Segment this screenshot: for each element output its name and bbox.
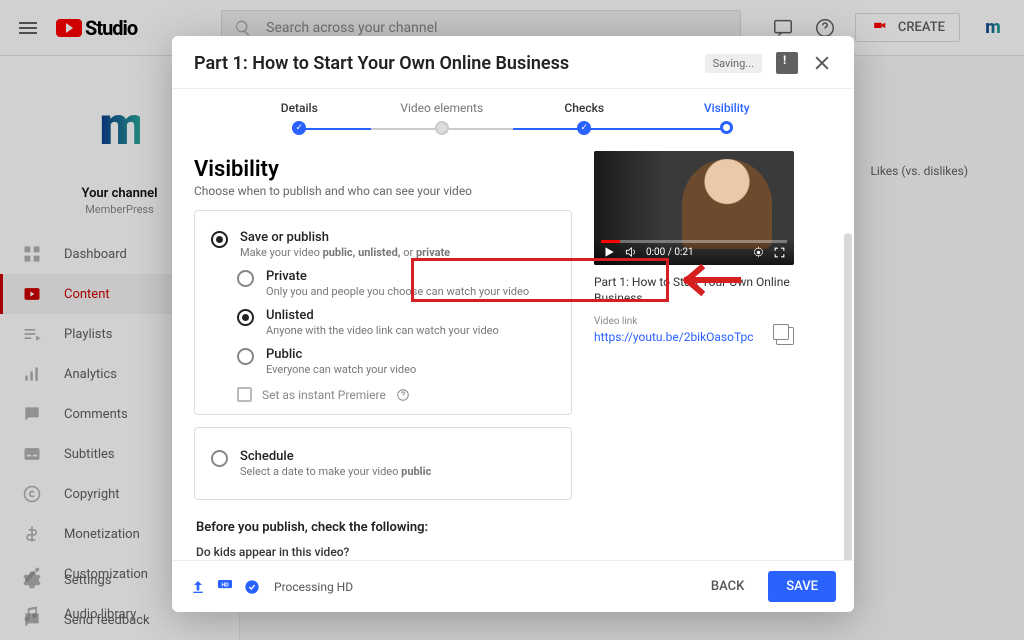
premiere-label: Set as instant Premiere (262, 388, 386, 402)
instant-premiere[interactable]: Set as instant Premiere (211, 387, 555, 402)
settings-gear-icon[interactable] (752, 246, 765, 259)
option-public[interactable]: Public Everyone can watch your video (211, 342, 555, 381)
step-checks[interactable]: Checks (513, 101, 656, 135)
schedule-desc: Select a date to make your video public (240, 465, 431, 478)
save-publish-desc: Make your video public, unlisted, or pri… (240, 246, 450, 259)
private-label: Private (266, 269, 529, 284)
seek-bar[interactable] (601, 240, 787, 243)
modal-title: Part 1: How to Start Your Own Online Bus… (194, 53, 705, 74)
unlisted-desc: Anyone with the video link can watch you… (266, 324, 499, 337)
saving-badge: Saving... (705, 54, 762, 73)
public-label: Public (266, 347, 416, 362)
back-button[interactable]: BACK (697, 571, 758, 602)
save-button[interactable]: SAVE (768, 571, 836, 602)
send-feedback-icon[interactable] (776, 52, 798, 74)
radio-icon (237, 309, 254, 326)
preview-title: Part 1: How to Start Your Own Online Bus… (594, 275, 794, 306)
schedule-label: Schedule (240, 449, 431, 464)
volume-icon[interactable] (624, 245, 638, 259)
schedule-card: Schedule Select a date to make your vide… (194, 427, 572, 500)
pre-publish-heading: Before you publish, check the following: (196, 520, 570, 535)
radio-icon (237, 348, 254, 365)
unlisted-label: Unlisted (266, 308, 499, 323)
option-schedule[interactable]: Schedule Select a date to make your vide… (211, 444, 555, 483)
pre-publish-q1: Do kids appear in this video? (196, 545, 570, 559)
step-video-elements[interactable]: Video elements (371, 101, 514, 135)
modal-footer: HD Processing HD BACK SAVE (172, 560, 854, 612)
check-circle-icon (244, 579, 260, 595)
radio-icon (211, 231, 228, 248)
option-private[interactable]: Private Only you and people you choose c… (211, 264, 555, 303)
copy-icon[interactable] (776, 327, 794, 345)
play-icon[interactable] (602, 245, 616, 259)
upload-modal: Part 1: How to Start Your Own Online Bus… (172, 36, 854, 612)
save-publish-label: Save or publish (240, 230, 450, 245)
pre-publish-section: Before you publish, check the following:… (194, 520, 572, 560)
public-desc: Everyone can watch your video (266, 363, 416, 376)
help-icon[interactable] (396, 388, 410, 402)
time-display: 0:00 / 0:21 (646, 247, 694, 258)
save-publish-card: Save or publish Make your video public, … (194, 210, 572, 415)
hd-badge-icon: HD (216, 580, 234, 594)
visibility-column: Visibility Choose when to publish and wh… (194, 151, 572, 560)
step-details[interactable]: Details (228, 101, 371, 135)
visibility-heading: Visibility (194, 157, 572, 182)
processing-text: Processing HD (274, 580, 353, 594)
svg-text:HD: HD (221, 582, 229, 588)
video-preview: 0:00 / 0:21 Part 1: How to Start Your Ow… (594, 151, 794, 345)
upload-complete-icon (190, 579, 206, 595)
private-desc: Only you and people you choose can watch… (266, 285, 529, 298)
radio-icon (237, 270, 254, 287)
option-save-publish[interactable]: Save or publish Make your video public, … (211, 225, 555, 264)
visibility-subtitle: Choose when to publish and who can see y… (194, 184, 572, 198)
close-icon[interactable] (812, 53, 832, 73)
modal-scrollbar[interactable] (844, 233, 852, 560)
preview-column: 0:00 / 0:21 Part 1: How to Start Your Ow… (594, 151, 832, 560)
video-link-label: Video link (594, 316, 794, 327)
step-visibility[interactable]: Visibility (656, 101, 799, 134)
video-player[interactable]: 0:00 / 0:21 (594, 151, 794, 265)
modal-header: Part 1: How to Start Your Own Online Bus… (172, 36, 854, 89)
player-controls: 0:00 / 0:21 (594, 239, 794, 265)
modal-body: Visibility Choose when to publish and wh… (172, 145, 854, 560)
option-unlisted[interactable]: Unlisted Anyone with the video link can … (211, 303, 555, 342)
processing-icons: HD (190, 579, 260, 595)
stepper: Details Video elements Checks Visibility (172, 89, 854, 145)
radio-icon (211, 450, 228, 467)
video-link[interactable]: https://youtu.be/2bikOasoTpc (594, 330, 754, 344)
checkbox-icon (237, 387, 252, 402)
fullscreen-icon[interactable] (773, 246, 786, 259)
